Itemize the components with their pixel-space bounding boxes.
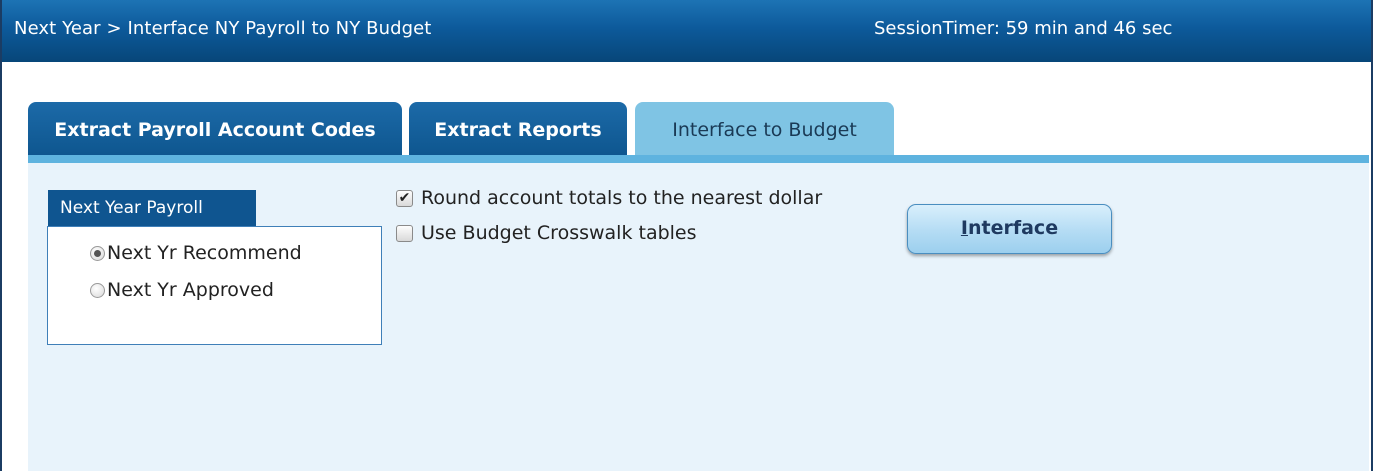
interface-button[interactable]: Interface — [907, 204, 1112, 254]
tab-strip — [28, 155, 1369, 163]
radio-selected-icon[interactable] — [90, 245, 105, 261]
tab-extract-reports[interactable]: Extract Reports — [409, 102, 627, 156]
crosswalk-option[interactable]: Use Budget Crosswalk tables — [396, 222, 697, 244]
round-totals-option[interactable]: ✔ Round account totals to the nearest do… — [396, 187, 822, 209]
checkbox-checked-icon[interactable]: ✔ — [396, 189, 413, 207]
payroll-group-title: Next Year Payroll — [48, 190, 256, 227]
interface-mnemonic: I — [960, 217, 968, 239]
title-bar: Next Year > Interface NY Payroll to NY B… — [2, 0, 1371, 62]
radio-next-yr-recommend[interactable]: Next Yr Recommend — [90, 242, 302, 264]
radio-label: Next Yr Approved — [107, 279, 274, 301]
radio-next-yr-approved[interactable]: Next Yr Approved — [90, 279, 274, 301]
radio-unselected-icon[interactable] — [90, 282, 105, 298]
tab-extract-payroll-account-codes[interactable]: Extract Payroll Account Codes — [28, 102, 402, 156]
session-timer: SessionTimer: 59 min and 46 sec — [874, 18, 1173, 39]
interface-label: nterface — [967, 217, 1059, 239]
tab-interface-to-budget[interactable]: Interface to Budget — [635, 102, 894, 158]
crosswalk-label: Use Budget Crosswalk tables — [421, 222, 697, 244]
round-totals-label: Round account totals to the nearest doll… — [421, 187, 823, 209]
checkbox-unchecked-icon[interactable] — [396, 224, 413, 242]
radio-label: Next Yr Recommend — [107, 242, 302, 264]
breadcrumb: Next Year > Interface NY Payroll to NY B… — [14, 18, 432, 39]
